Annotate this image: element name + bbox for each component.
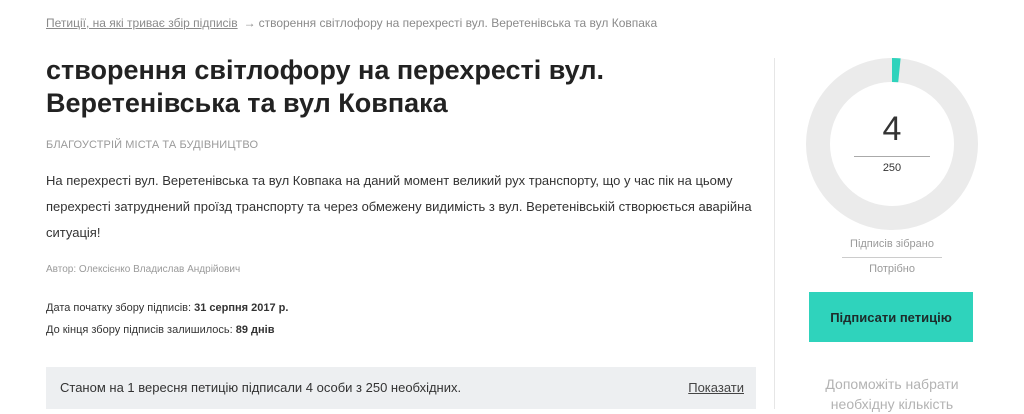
- page-title: створення світлофору на перехресті вул. …: [46, 55, 604, 118]
- status-text: Станом на 1 вересня петицію підписали 4 …: [60, 380, 462, 395]
- start-date-label: Дата початку збору підписів:: [46, 302, 195, 314]
- labels-divider: [842, 257, 942, 258]
- petition-dates: Дата початку збору підписів: 31 серпня 2…: [46, 297, 288, 341]
- breadcrumb-arrow-icon: →: [243, 16, 256, 30]
- petition-description: На перехресті вул. Веретенівська та вул …: [46, 173, 752, 240]
- collected-label: Підписів зібрано: [850, 238, 934, 250]
- remaining-label: До кінця збору підписів залишилось:: [46, 324, 236, 336]
- petition-category: БЛАГОУСТРІЙ МІСТА ТА БУДІВНИЦТВО: [46, 139, 259, 151]
- column-divider: [774, 58, 775, 409]
- count-divider: [854, 156, 930, 157]
- sign-petition-button[interactable]: Підписати петицію: [809, 292, 973, 342]
- start-date-row: Дата початку збору підписів: 31 серпня 2…: [46, 297, 288, 319]
- petition-author: Автор: Олексієнко Владислав Андрійович: [46, 264, 241, 275]
- signatures-required: 250: [882, 162, 902, 174]
- signatures-count: 4: [882, 110, 902, 148]
- remaining-value: 89 днів: [235, 324, 275, 336]
- remaining-row: До кінця збору підписів залишилось: 89 д…: [46, 319, 288, 341]
- signature-progress-ring: 4 250: [806, 58, 978, 230]
- start-date-value: 31 серпня 2017 р.: [194, 302, 289, 314]
- breadcrumb: Петиції, на які триває збір підписів → ств…: [46, 16, 657, 30]
- breadcrumb-parent-link[interactable]: Петиції, на які триває збір підписів: [46, 16, 238, 30]
- status-bar: Станом на 1 вересня петицію підписали 4 …: [46, 367, 756, 409]
- show-signers-link[interactable]: Показати: [688, 380, 744, 395]
- breadcrumb-current: створення світлофору на перехресті вул. …: [258, 16, 658, 30]
- help-text: Допоможіть набрати необхідну кількість: [825, 376, 959, 412]
- required-label: Потрібно: [869, 263, 915, 275]
